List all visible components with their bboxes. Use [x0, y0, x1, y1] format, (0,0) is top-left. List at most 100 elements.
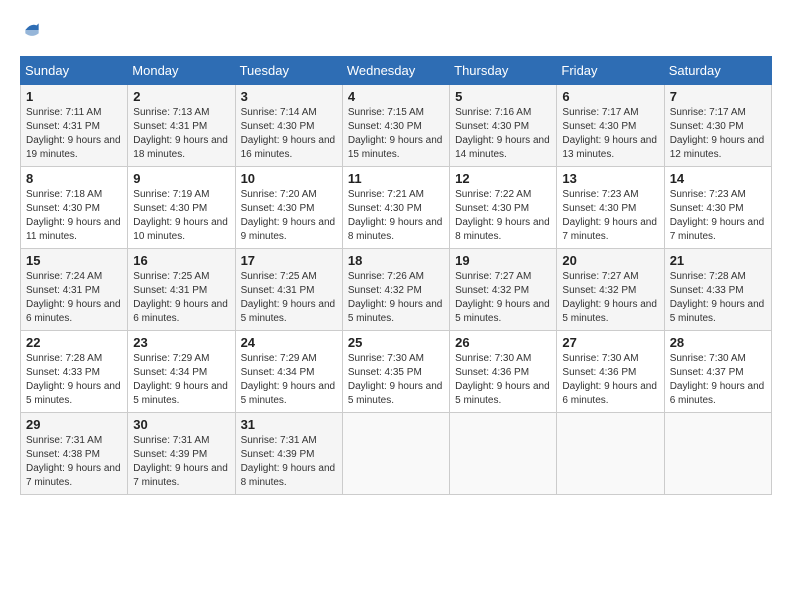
day-number: 5: [455, 89, 551, 104]
day-header-tuesday: Tuesday: [235, 57, 342, 85]
day-info: Sunrise: 7:15 AMSunset: 4:30 PMDaylight:…: [348, 106, 444, 162]
calendar-week-row: 8 Sunrise: 7:18 AMSunset: 4:30 PMDaylight…: [21, 167, 772, 249]
calendar-week-row: 1 Sunrise: 7:11 AMSunset: 4:31 PMDaylight…: [21, 85, 772, 167]
day-header-monday: Monday: [128, 57, 235, 85]
day-info: Sunrise: 7:25 AMSunset: 4:31 PMDaylight:…: [241, 270, 337, 326]
day-number: 28: [670, 335, 766, 350]
day-number: 2: [133, 89, 229, 104]
day-number: 1: [26, 89, 122, 104]
day-number: 13: [562, 171, 658, 186]
day-info: Sunrise: 7:30 AMSunset: 4:36 PMDaylight:…: [455, 352, 551, 408]
day-number: 27: [562, 335, 658, 350]
calendar-cell: 12 Sunrise: 7:22 AMSunset: 4:30 PMDayligh…: [450, 167, 557, 249]
day-number: 30: [133, 417, 229, 432]
day-header-sunday: Sunday: [21, 57, 128, 85]
day-info: Sunrise: 7:14 AMSunset: 4:30 PMDaylight:…: [241, 106, 337, 162]
day-number: 11: [348, 171, 444, 186]
day-number: 26: [455, 335, 551, 350]
day-header-wednesday: Wednesday: [342, 57, 449, 85]
day-number: 17: [241, 253, 337, 268]
day-number: 3: [241, 89, 337, 104]
day-number: 22: [26, 335, 122, 350]
calendar-cell: 23Sunrise: 7:29 AMSunset: 4:34 PMDayligh…: [128, 331, 235, 413]
calendar-cell: [342, 413, 449, 495]
calendar-cell: 26 Sunrise: 7:30 AMSunset: 4:36 PMDayligh…: [450, 331, 557, 413]
calendar-cell: 19 Sunrise: 7:27 AMSunset: 4:32 PMDayligh…: [450, 249, 557, 331]
calendar-cell: 14Sunrise: 7:23 AMSunset: 4:30 PMDayligh…: [664, 167, 771, 249]
day-info: Sunrise: 7:18 AMSunset: 4:30 PMDaylight:…: [26, 188, 122, 244]
calendar-cell: 9 Sunrise: 7:19 AMSunset: 4:30 PMDaylight…: [128, 167, 235, 249]
day-number: 18: [348, 253, 444, 268]
day-info: Sunrise: 7:13 AMSunset: 4:31 PMDaylight:…: [133, 106, 229, 162]
calendar-cell: 4 Sunrise: 7:15 AMSunset: 4:30 PMDaylight…: [342, 85, 449, 167]
day-info: Sunrise: 7:29 AMSunset: 4:34 PMDaylight:…: [241, 352, 337, 408]
logo: [20, 20, 42, 40]
day-number: 24: [241, 335, 337, 350]
calendar-cell: 27 Sunrise: 7:30 AMSunset: 4:36 PMDayligh…: [557, 331, 664, 413]
calendar-cell: 29Sunrise: 7:31 AMSunset: 4:38 PMDayligh…: [21, 413, 128, 495]
calendar-cell: 20Sunrise: 7:27 AMSunset: 4:32 PMDayligh…: [557, 249, 664, 331]
day-info: Sunrise: 7:27 AMSunset: 4:32 PMDaylight:…: [455, 270, 551, 326]
day-info: Sunrise: 7:30 AMSunset: 4:36 PMDaylight:…: [562, 352, 658, 408]
day-number: 12: [455, 171, 551, 186]
day-info: Sunrise: 7:22 AMSunset: 4:30 PMDaylight:…: [455, 188, 551, 244]
calendar-cell: 24 Sunrise: 7:29 AMSunset: 4:34 PMDayligh…: [235, 331, 342, 413]
day-header-saturday: Saturday: [664, 57, 771, 85]
calendar-cell: 3 Sunrise: 7:14 AMSunset: 4:30 PMDaylight…: [235, 85, 342, 167]
calendar-cell: 30 Sunrise: 7:31 AMSunset: 4:39 PMDayligh…: [128, 413, 235, 495]
day-number: 14: [670, 171, 766, 186]
calendar-cell: 6 Sunrise: 7:17 AMSunset: 4:30 PMDaylight…: [557, 85, 664, 167]
day-info: Sunrise: 7:31 AMSunset: 4:39 PMDaylight:…: [133, 434, 229, 490]
day-number: 8: [26, 171, 122, 186]
day-info: Sunrise: 7:28 AMSunset: 4:33 PMDaylight:…: [670, 270, 766, 326]
day-number: 7: [670, 89, 766, 104]
calendar-cell: 28 Sunrise: 7:30 AMSunset: 4:37 PMDayligh…: [664, 331, 771, 413]
day-info: Sunrise: 7:25 AMSunset: 4:31 PMDaylight:…: [133, 270, 229, 326]
day-number: 23: [133, 335, 229, 350]
day-info: Sunrise: 7:31 AMSunset: 4:39 PMDaylight:…: [241, 434, 337, 490]
day-info: Sunrise: 7:19 AMSunset: 4:30 PMDaylight:…: [133, 188, 229, 244]
day-info: Sunrise: 7:11 AMSunset: 4:31 PMDaylight:…: [26, 106, 122, 162]
calendar-cell: 25Sunrise: 7:30 AMSunset: 4:35 PMDayligh…: [342, 331, 449, 413]
day-info: Sunrise: 7:28 AMSunset: 4:33 PMDaylight:…: [26, 352, 122, 408]
day-number: 25: [348, 335, 444, 350]
calendar-cell: [450, 413, 557, 495]
day-number: 15: [26, 253, 122, 268]
day-info: Sunrise: 7:30 AMSunset: 4:37 PMDaylight:…: [670, 352, 766, 408]
day-number: 20: [562, 253, 658, 268]
calendar-cell: 7 Sunrise: 7:17 AMSunset: 4:30 PMDaylight…: [664, 85, 771, 167]
calendar-cell: 2 Sunrise: 7:13 AMSunset: 4:31 PMDaylight…: [128, 85, 235, 167]
calendar-cell: 1 Sunrise: 7:11 AMSunset: 4:31 PMDaylight…: [21, 85, 128, 167]
logo-icon: [22, 20, 42, 40]
calendar-week-row: 15 Sunrise: 7:24 AMSunset: 4:31 PMDayligh…: [21, 249, 772, 331]
calendar-cell: 8 Sunrise: 7:18 AMSunset: 4:30 PMDaylight…: [21, 167, 128, 249]
calendar-body: 1 Sunrise: 7:11 AMSunset: 4:31 PMDaylight…: [21, 85, 772, 495]
day-info: Sunrise: 7:17 AMSunset: 4:30 PMDaylight:…: [670, 106, 766, 162]
calendar-week-row: 22 Sunrise: 7:28 AMSunset: 4:33 PMDayligh…: [21, 331, 772, 413]
day-info: Sunrise: 7:24 AMSunset: 4:31 PMDaylight:…: [26, 270, 122, 326]
day-header-friday: Friday: [557, 57, 664, 85]
calendar-cell: [664, 413, 771, 495]
calendar-cell: 17 Sunrise: 7:25 AMSunset: 4:31 PMDayligh…: [235, 249, 342, 331]
day-info: Sunrise: 7:21 AMSunset: 4:30 PMDaylight:…: [348, 188, 444, 244]
day-number: 16: [133, 253, 229, 268]
calendar-cell: 16 Sunrise: 7:25 AMSunset: 4:31 PMDayligh…: [128, 249, 235, 331]
day-number: 10: [241, 171, 337, 186]
day-number: 6: [562, 89, 658, 104]
calendar-cell: [557, 413, 664, 495]
day-number: 31: [241, 417, 337, 432]
day-header-thursday: Thursday: [450, 57, 557, 85]
day-info: Sunrise: 7:23 AMSunset: 4:30 PMDaylight:…: [562, 188, 658, 244]
calendar-cell: 11 Sunrise: 7:21 AMSunset: 4:30 PMDayligh…: [342, 167, 449, 249]
day-number: 4: [348, 89, 444, 104]
day-info: Sunrise: 7:20 AMSunset: 4:30 PMDaylight:…: [241, 188, 337, 244]
calendar-week-row: 29Sunrise: 7:31 AMSunset: 4:38 PMDayligh…: [21, 413, 772, 495]
page-header: [20, 20, 772, 40]
day-info: Sunrise: 7:16 AMSunset: 4:30 PMDaylight:…: [455, 106, 551, 162]
calendar-header-row: SundayMondayTuesdayWednesdayThursdayFrid…: [21, 57, 772, 85]
day-number: 19: [455, 253, 551, 268]
day-number: 9: [133, 171, 229, 186]
calendar-cell: 22 Sunrise: 7:28 AMSunset: 4:33 PMDayligh…: [21, 331, 128, 413]
day-info: Sunrise: 7:17 AMSunset: 4:30 PMDaylight:…: [562, 106, 658, 162]
day-number: 21: [670, 253, 766, 268]
